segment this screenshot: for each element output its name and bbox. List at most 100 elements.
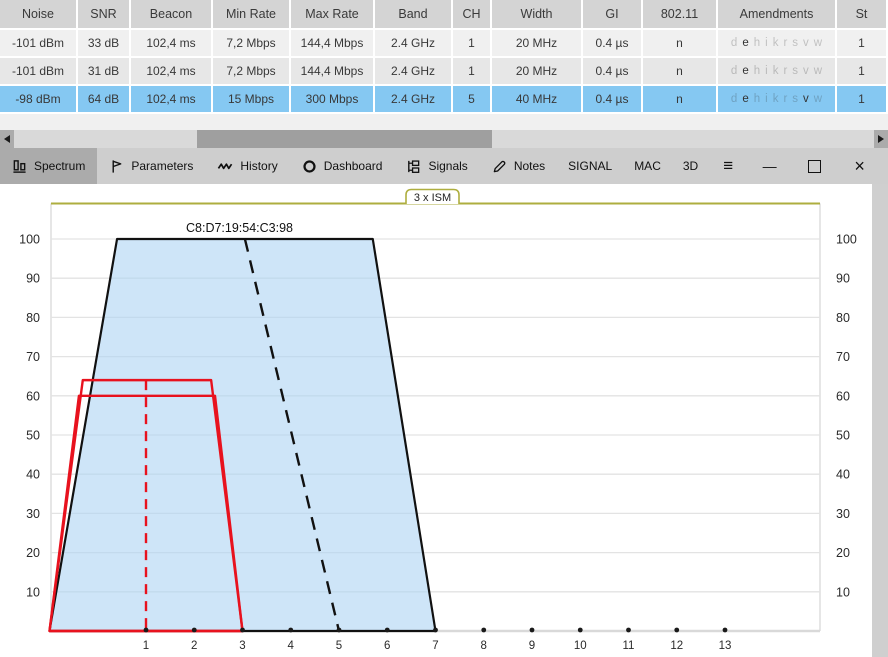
- amendment-letter: v: [803, 93, 809, 105]
- table-cell-amendments: dehikrsvw: [718, 58, 837, 84]
- table-cell: 15 Mbps: [213, 86, 291, 112]
- column-header-snr[interactable]: SNR: [78, 0, 131, 28]
- table-cell: 1: [837, 30, 888, 56]
- channel-dot: [626, 627, 631, 633]
- tab-3d[interactable]: 3D: [672, 148, 709, 184]
- tab-notes[interactable]: Notes: [480, 148, 557, 184]
- tab-dashboard[interactable]: Dashboard: [290, 148, 395, 184]
- column-header-max-rate[interactable]: Max Rate: [291, 0, 375, 28]
- table-cell: 1: [453, 58, 492, 84]
- table-row[interactable]: -98 dBm 64 dB 102,4 ms 15 Mbps 300 Mbps 2.4 G…: [0, 86, 888, 114]
- column-header-ch[interactable]: CH: [453, 0, 492, 28]
- pencil-icon: [492, 159, 507, 174]
- y-axis-label-left: 100: [19, 233, 40, 247]
- table-cell: 7,2 Mbps: [213, 58, 291, 84]
- menu-button[interactable]: ≡: [709, 148, 747, 184]
- app-window: Noise SNR Beacon Min Rate Max Rate Band CH Widt…: [0, 0, 888, 657]
- scroll-right-button[interactable]: [874, 130, 888, 148]
- close-button[interactable]: ×: [837, 148, 882, 184]
- table-row[interactable]: -101 dBm 33 dB 102,4 ms 7,2 Mbps 144,4 Mbps 2…: [0, 30, 888, 58]
- tab-history[interactable]: History: [205, 148, 289, 184]
- column-header-st[interactable]: St: [837, 0, 888, 28]
- y-axis-label-left: 20: [26, 546, 40, 560]
- amendment-letter: i: [765, 93, 768, 105]
- column-header-width[interactable]: Width: [492, 0, 583, 28]
- band-label: 3 x ISM: [414, 192, 451, 204]
- signal-shape[interactable]: [48, 237, 437, 633]
- amendment-letter: k: [772, 93, 779, 105]
- signal-mac-label: C8:D7:19:54:C3:98: [186, 221, 293, 235]
- y-axis-label-left: 10: [26, 585, 40, 599]
- y-axis-label-left: 80: [26, 311, 40, 325]
- amendment-letter: h: [753, 93, 761, 105]
- channel-dot: [433, 627, 438, 633]
- channel-dot: [336, 627, 342, 633]
- channel-dot: [481, 627, 487, 633]
- y-axis-label-left: 30: [26, 507, 40, 521]
- table-cell: 5: [453, 86, 492, 112]
- y-axis-label-right: 60: [836, 389, 850, 403]
- view-tab-bar: Spectrum Parameters History Dashboard Signal…: [0, 148, 888, 184]
- table-cell: n: [643, 86, 718, 112]
- tab-mac[interactable]: MAC: [623, 148, 672, 184]
- window-controls: — ×: [747, 148, 882, 184]
- table-cell-amendments: dehikrsvw: [718, 30, 837, 56]
- spectrum-icon: [12, 159, 27, 174]
- tab-signal[interactable]: SIGNAL: [557, 148, 623, 184]
- amendment-letter: e: [742, 65, 749, 77]
- column-header-noise[interactable]: Noise: [0, 0, 78, 28]
- hierarchy-icon: [406, 159, 421, 174]
- amendment-letter: s: [792, 65, 799, 77]
- y-axis-label-right: 80: [836, 311, 850, 325]
- y-axis-label-right: 90: [836, 272, 850, 286]
- tab-signals[interactable]: Signals: [394, 148, 479, 184]
- table-cell: n: [643, 58, 718, 84]
- column-header-802-11[interactable]: 802.11: [643, 0, 718, 28]
- x-axis-label: 3: [239, 640, 245, 652]
- x-axis-label: 7: [432, 640, 438, 652]
- amendment-letter: w: [813, 37, 823, 49]
- column-header-min-rate[interactable]: Min Rate: [213, 0, 291, 28]
- minimize-button[interactable]: —: [747, 148, 792, 184]
- channel-dot: [384, 627, 390, 633]
- table-cell: n: [643, 30, 718, 56]
- tab-label: 3D: [682, 159, 699, 173]
- column-header-beacon[interactable]: Beacon: [131, 0, 213, 28]
- maximize-button[interactable]: [792, 148, 837, 184]
- table-cell-amendments: dehikrsvw: [718, 86, 837, 112]
- y-axis-label-right: 10: [836, 585, 850, 599]
- column-header-gi[interactable]: GI: [583, 0, 643, 28]
- maximize-icon: [808, 159, 822, 173]
- y-axis-label-right: 100: [836, 233, 857, 247]
- amendment-letter: i: [765, 65, 768, 77]
- table-cell: 1: [837, 58, 888, 84]
- table-cell: 33 dB: [78, 30, 131, 56]
- flag-icon: [109, 159, 124, 174]
- amendment-letter: e: [742, 93, 749, 105]
- horizontal-scrollbar[interactable]: [0, 130, 888, 148]
- amendment-letter: s: [792, 37, 799, 49]
- tab-label: Parameters: [131, 159, 194, 173]
- column-header-band[interactable]: Band: [375, 0, 453, 28]
- tab-spectrum[interactable]: Spectrum: [0, 148, 98, 184]
- channel-dot: [529, 627, 535, 633]
- amendment-letter: h: [753, 37, 761, 49]
- column-header-amendments[interactable]: Amendments: [718, 0, 837, 28]
- tab-label: History: [240, 159, 278, 173]
- channel-dot: [722, 627, 728, 633]
- x-axis-label: 1: [143, 640, 149, 652]
- amendment-letter: e: [742, 37, 749, 49]
- channel-dot: [191, 627, 197, 633]
- scroll-left-button[interactable]: [0, 130, 14, 148]
- tab-label: SIGNAL: [568, 159, 613, 173]
- tab-parameters[interactable]: Parameters: [97, 148, 205, 184]
- scrollbar-thumb[interactable]: [197, 130, 492, 148]
- amendment-letter: d: [730, 37, 738, 49]
- table-cell: 102,4 ms: [131, 30, 213, 56]
- amendment-letter: s: [792, 93, 799, 105]
- amendment-letter: d: [730, 65, 738, 77]
- channel-dot: [143, 627, 149, 633]
- amendment-letter: v: [803, 65, 809, 77]
- table-row[interactable]: -101 dBm 31 dB 102,4 ms 7,2 Mbps 144,4 Mbps 2…: [0, 58, 888, 86]
- spectrum-chart-area: 3 x ISM 100 100 90 90 80 80 70 70 60 60 50 50 40 40 30 3…: [0, 184, 888, 657]
